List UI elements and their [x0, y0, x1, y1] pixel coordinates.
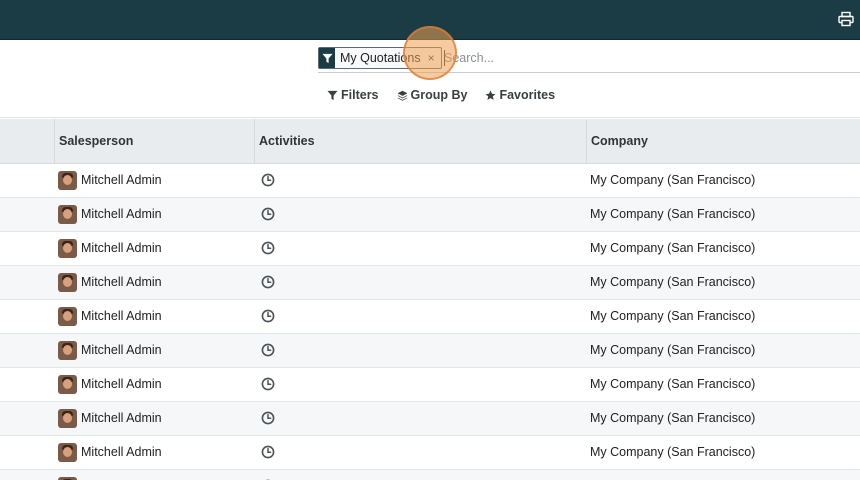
table-row[interactable]: Mitchell Admin My Company (San Francisco)	[0, 198, 860, 232]
salesperson-cell: Mitchell Admin	[58, 402, 162, 435]
activity-button[interactable]	[261, 436, 277, 469]
clock-icon	[261, 343, 275, 357]
salesperson-name: Mitchell Admin	[81, 207, 162, 221]
table-row[interactable]: Mitchell Admin My Company (San Francisco)	[0, 470, 860, 480]
filters-button[interactable]: Filters	[327, 88, 379, 102]
salesperson-cell: Mitchell Admin	[58, 300, 162, 333]
facet-label: My Quotations	[340, 51, 421, 65]
avatar	[58, 273, 77, 292]
table-row[interactable]: Mitchell Admin My Company (San Francisco)	[0, 300, 860, 334]
column-header-activities[interactable]: Activities	[254, 119, 586, 163]
activity-button[interactable]	[261, 300, 277, 333]
company-cell: My Company (San Francisco)	[590, 309, 756, 323]
salesperson-name: Mitchell Admin	[81, 470, 162, 480]
search-input[interactable]	[444, 48, 854, 68]
control-panel: My Quotations × Filters Group By Favorit…	[0, 40, 860, 118]
avatar	[58, 409, 77, 428]
salesperson-cell: Mitchell Admin	[58, 198, 162, 231]
activity-button[interactable]	[261, 334, 277, 367]
salesperson-cell: Mitchell Admin	[58, 164, 162, 197]
activity-button[interactable]	[261, 198, 277, 231]
filters-label: Filters	[341, 88, 379, 102]
salesperson-cell: Mitchell Admin	[58, 266, 162, 299]
avatar	[58, 443, 77, 462]
activity-button[interactable]	[261, 368, 277, 401]
table-row[interactable]: Mitchell Admin My Company (San Francisco)	[0, 266, 860, 300]
search-facet: My Quotations ×	[318, 47, 442, 69]
table-row[interactable]: Mitchell Admin My Company (San Francisco)	[0, 334, 860, 368]
clock-icon	[261, 207, 275, 221]
salesperson-cell: Mitchell Admin	[58, 334, 162, 367]
avatar	[58, 205, 77, 224]
top-navbar	[0, 0, 860, 40]
company-cell: My Company (San Francisco)	[590, 173, 756, 187]
company-cell: My Company (San Francisco)	[590, 445, 756, 459]
company-cell: My Company (San Francisco)	[590, 275, 756, 289]
salesperson-name: Mitchell Admin	[81, 411, 162, 425]
salesperson-name: Mitchell Admin	[81, 275, 162, 289]
clock-icon	[261, 411, 275, 425]
filter-icon	[319, 48, 335, 68]
clock-icon	[261, 309, 275, 323]
quotations-list: Salesperson Activities Company Mitchell …	[0, 119, 860, 480]
table-header: Salesperson Activities Company	[0, 119, 860, 164]
activity-button[interactable]	[261, 164, 277, 197]
column-header-salesperson[interactable]: Salesperson	[54, 119, 254, 163]
layers-icon	[397, 90, 407, 101]
avatar	[58, 307, 77, 326]
activity-button[interactable]	[261, 470, 277, 480]
facet-remove-button[interactable]: ×	[425, 48, 441, 68]
salesperson-name: Mitchell Admin	[81, 377, 162, 391]
avatar	[58, 171, 77, 190]
table-row[interactable]: Mitchell Admin My Company (San Francisco)	[0, 368, 860, 402]
salesperson-name: Mitchell Admin	[81, 343, 162, 357]
company-cell: My Company (San Francisco)	[590, 411, 756, 425]
search-bar: My Quotations ×	[318, 46, 860, 73]
clock-icon	[261, 445, 275, 459]
company-cell: My Company (San Francisco)	[590, 377, 756, 391]
activity-button[interactable]	[261, 402, 277, 435]
activity-button[interactable]	[261, 232, 277, 265]
company-cell: My Company (San Francisco)	[590, 207, 756, 221]
favorites-button[interactable]: Favorites	[485, 88, 555, 102]
salesperson-name: Mitchell Admin	[81, 173, 162, 187]
company-cell: My Company (San Francisco)	[590, 343, 756, 357]
print-icon	[838, 11, 854, 27]
table-row[interactable]: Mitchell Admin My Company (San Francisco)	[0, 402, 860, 436]
filter-icon	[327, 90, 338, 100]
favorites-label: Favorites	[499, 88, 556, 102]
clock-icon	[261, 241, 275, 255]
salesperson-cell: Mitchell Admin	[58, 470, 162, 480]
group-by-button[interactable]: Group By	[397, 88, 468, 102]
salesperson-cell: Mitchell Admin	[58, 368, 162, 401]
table-row[interactable]: Mitchell Admin My Company (San Francisco)	[0, 232, 860, 266]
company-cell: My Company (San Francisco)	[590, 470, 755, 480]
avatar	[58, 239, 77, 258]
column-header-company[interactable]: Company	[586, 119, 860, 163]
avatar	[58, 341, 77, 360]
text-caret	[444, 50, 445, 66]
salesperson-cell: Mitchell Admin	[58, 232, 162, 265]
table-row[interactable]: Mitchell Admin My Company (San Francisco)	[0, 164, 860, 198]
search-options: Filters Group By Favorites	[327, 88, 573, 102]
clock-icon	[261, 275, 275, 289]
salesperson-name: Mitchell Admin	[81, 309, 162, 323]
salesperson-name: Mitchell Admin	[81, 445, 162, 459]
table-row[interactable]: Mitchell Admin My Company (San Francisco)	[0, 436, 860, 470]
star-icon	[486, 90, 496, 100]
avatar	[58, 375, 77, 394]
print-button[interactable]	[838, 11, 854, 27]
clock-icon	[261, 173, 275, 187]
activity-button[interactable]	[261, 266, 277, 299]
company-cell: My Company (San Francisco)	[590, 241, 756, 255]
clock-icon	[261, 377, 275, 391]
salesperson-name: Mitchell Admin	[81, 241, 162, 255]
group-by-label: Group By	[410, 88, 468, 102]
salesperson-cell: Mitchell Admin	[58, 436, 162, 469]
